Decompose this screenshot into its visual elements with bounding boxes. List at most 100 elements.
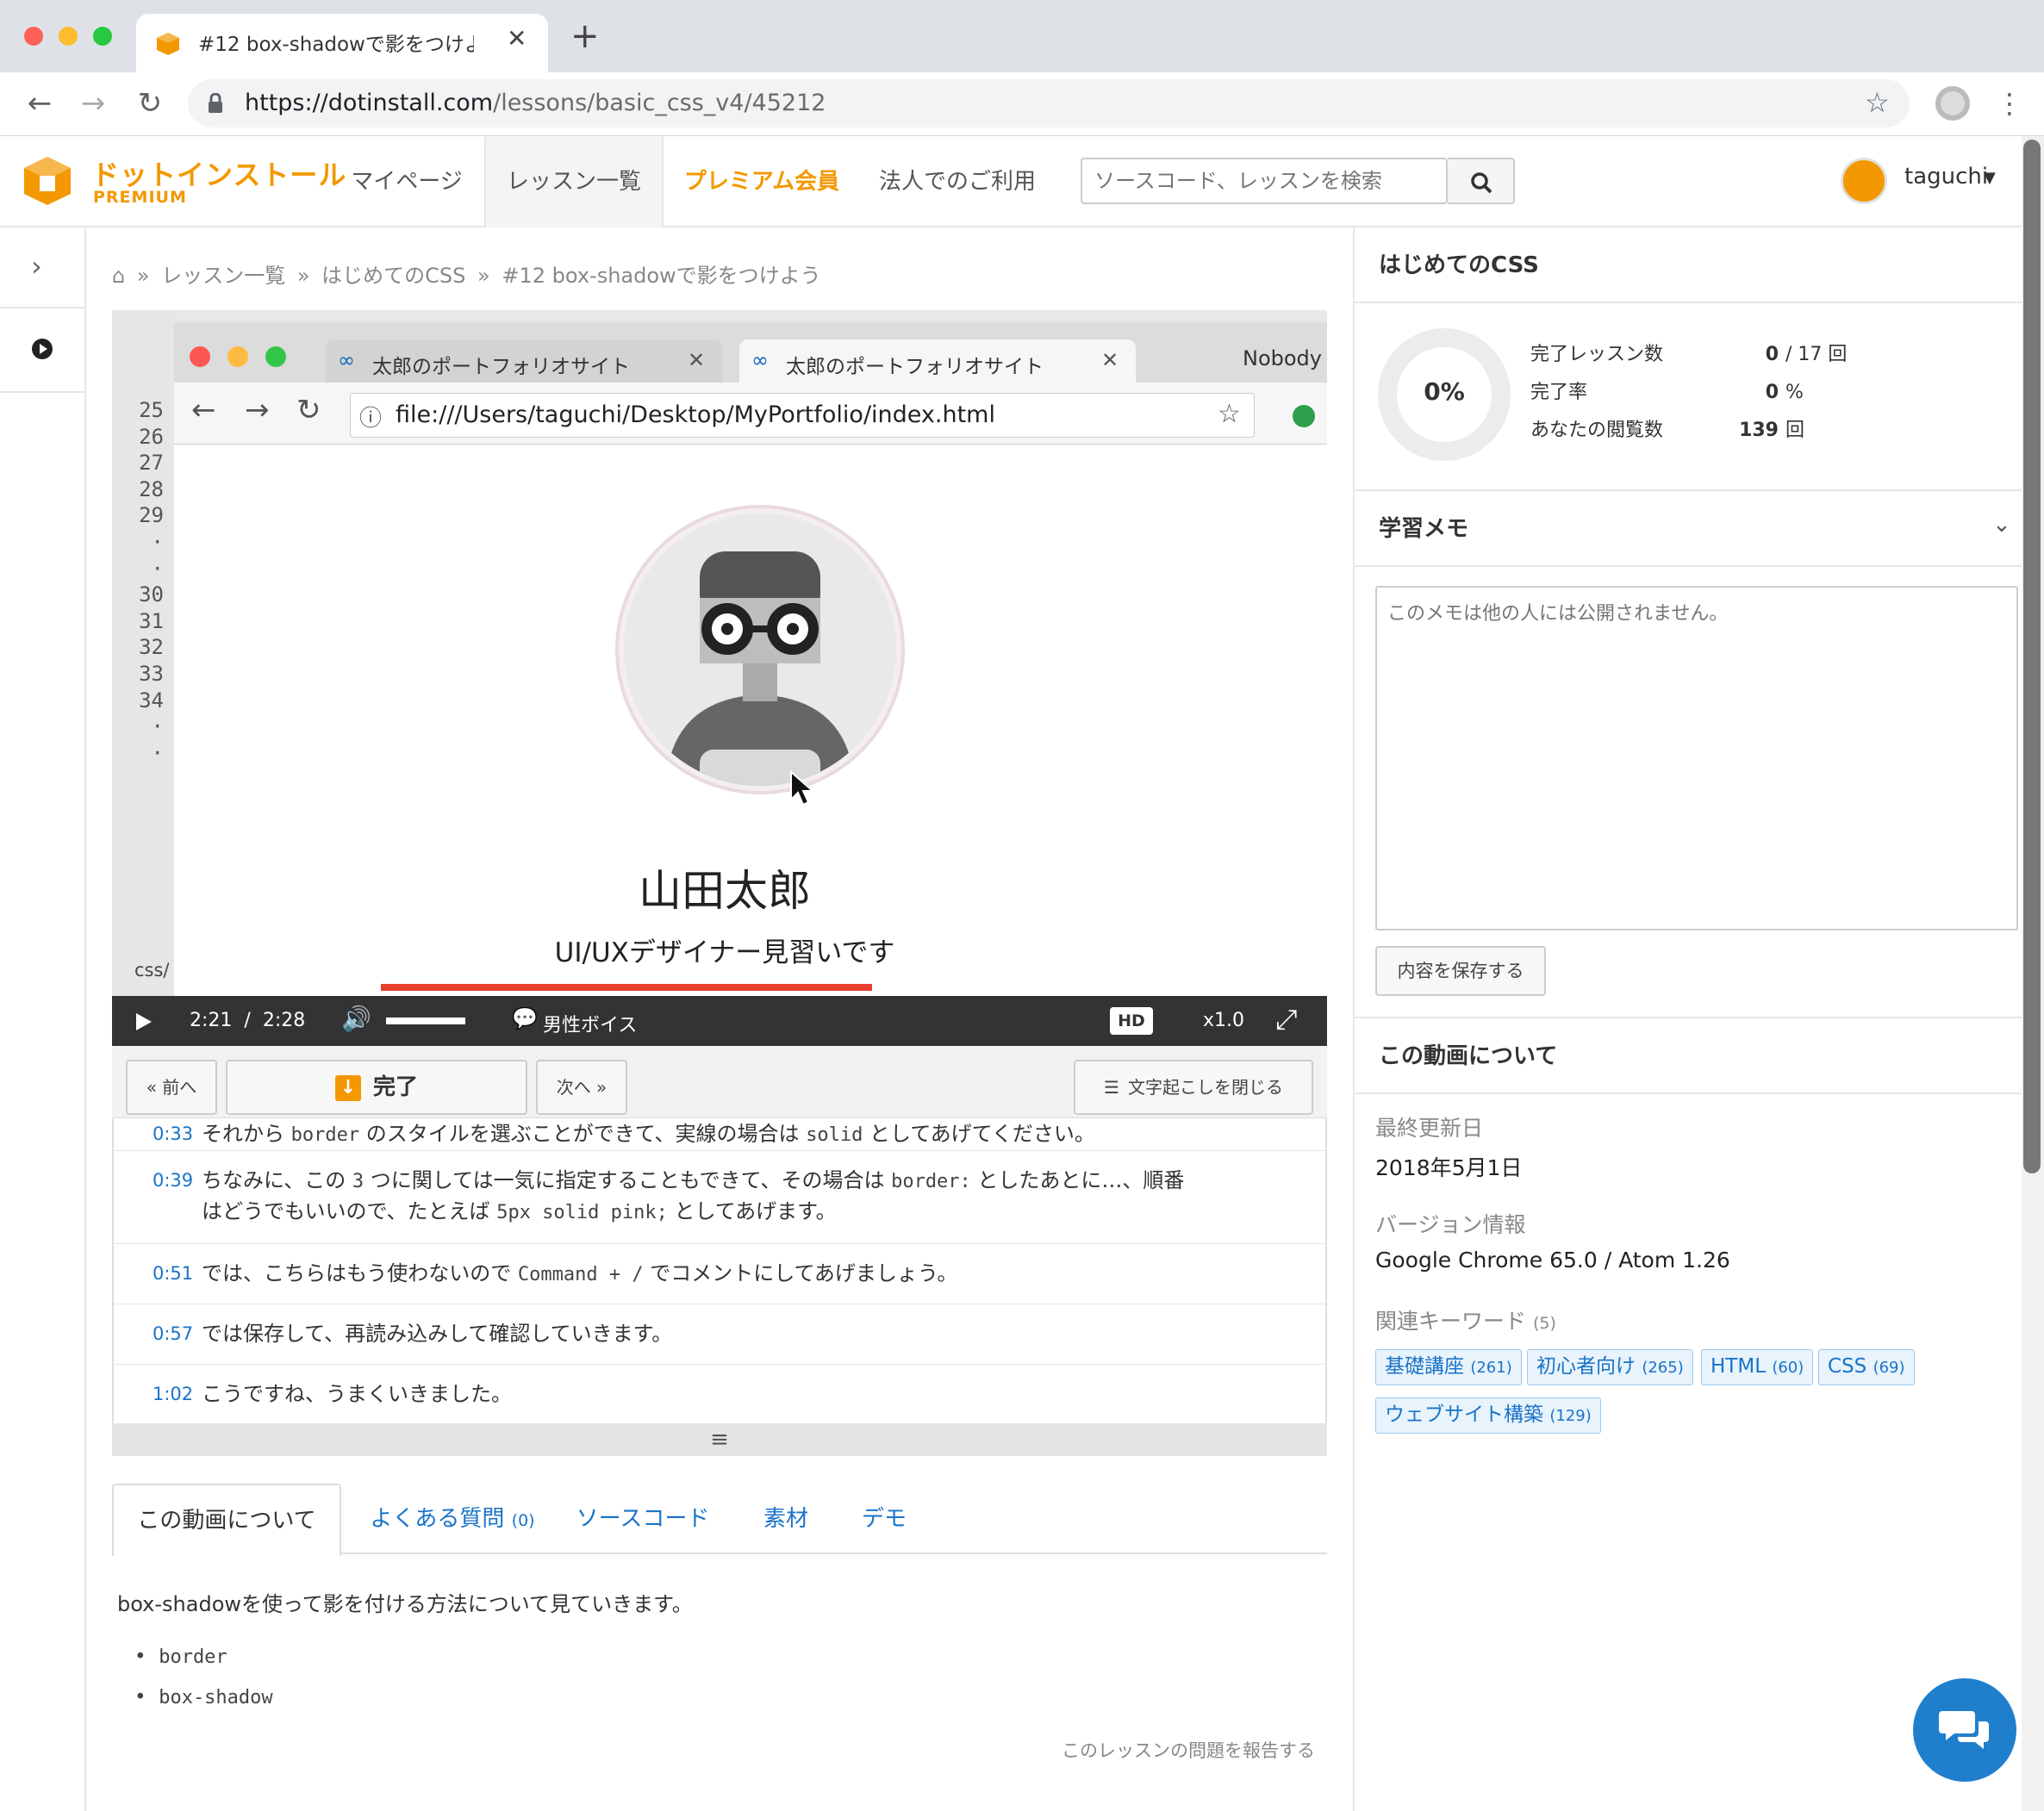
chat-button[interactable] [1913,1678,2016,1782]
course-title[interactable]: はじめてのCSS [1355,227,2022,303]
portfolio-underline [381,984,872,991]
prev-button[interactable]: « 前へ [126,1060,217,1115]
close-tab-icon[interactable]: ✕ [507,24,527,53]
volume-slider[interactable] [386,1018,465,1024]
search-button[interactable] [1448,158,1515,204]
inner-back-icon: ← [191,393,216,427]
maximize-window-icon[interactable] [93,27,112,46]
expand-sidebar-icon[interactable]: › [31,250,42,283]
updated-value: 2018年5月1日 [1375,1155,1523,1180]
updated-label: 最終更新日 [1375,1116,1484,1141]
transcript-row[interactable]: 0:57 では保存して、再読み込みして確認していきます。 [114,1304,1325,1365]
speed-control[interactable]: x1.0 [1203,1010,1244,1031]
keywords-label: 関連キーワード (5) [1375,1309,1556,1334]
nav-mypage[interactable]: マイページ [343,136,470,227]
user-menu-caret-icon[interactable]: ▼ [1984,169,1996,187]
stats-list: 完了レッスン数 0/ 17 回 完了率 0% あなたの閲覧数 139 回 [1530,336,1847,450]
fullscreen-icon[interactable]: ⤢ [1275,1003,1298,1036]
new-tab-icon[interactable]: + [570,19,600,53]
forward-icon[interactable]: → [69,79,117,128]
chevron-down-icon[interactable]: ⌄ [1992,512,2011,538]
video-player[interactable]: 25 26 27 28 29 · · 30 31 32 33 34 · · css/ ∞ 太郎のポートフォ… [112,310,1327,996]
nav-premium[interactable]: プレミアム会員 [677,136,846,227]
scrollbar-thumb[interactable] [2023,140,2041,1173]
list-item: • box-shadow [134,1686,273,1708]
site-favicon-icon [157,33,179,55]
site-logo[interactable]: ドットインストール PREMIUM [22,153,346,210]
version-value: Google Chrome 65.0 / Atom 1.26 [1375,1248,1730,1273]
breadcrumb-lessons[interactable]: レッスン一覧 [161,264,285,288]
transcript-row[interactable]: 0:51 では、こちらはもう使わないので Command + / でコメントにし… [114,1244,1325,1304]
hd-toggle[interactable]: HD [1110,1007,1153,1035]
keyword-tag[interactable]: HTML (60) [1701,1349,1814,1385]
inner-update-icon [1293,405,1315,427]
close-transcript-button[interactable]: ☰ 文字起こしを閉じる [1074,1060,1313,1115]
about-video-title: この動画について [1355,1018,2022,1094]
tab-material[interactable]: 素材 [741,1484,831,1554]
tab-source[interactable]: ソースコード [564,1484,722,1554]
chat-bubbles-icon [1939,1711,1989,1749]
memo-save-button[interactable]: 内容を保存する [1375,946,1546,996]
line-number: 27 [139,451,164,476]
line-number: 26 [139,424,164,449]
browser-menu-icon[interactable]: ⋮ [1996,86,2023,121]
transcript-panel[interactable]: 0:33 それから border のスタイルを選ぶことができて、実線の場合は s… [112,1118,1327,1423]
line-number: 34 [139,688,164,713]
breadcrumb-course[interactable]: はじめてのCSS [321,264,465,288]
line-number: 25 [139,398,164,422]
transcript-row[interactable]: 0:33 それから border のスタイルを選ぶことができて、実線の場合は s… [114,1118,1325,1151]
minimize-window-icon[interactable] [59,27,78,46]
memo-textarea[interactable] [1375,586,2018,930]
completion-percent: 0% [1424,377,1465,406]
keyword-tag[interactable]: 基礎講座 (261) [1375,1349,1522,1385]
sidebar-divider [0,391,84,393]
nav-business[interactable]: 法人でのご利用 [865,136,1050,227]
close-window-icon[interactable] [24,27,43,46]
inner-tab-1: ∞ 太郎のポートフォリオサイト ✕ [326,339,722,383]
left-sidebar [0,227,86,1811]
home-icon[interactable]: ⌂ [112,264,125,288]
stat-row: あなたの閲覧数 139 回 [1530,420,1805,441]
tab-faq[interactable]: よくある質問 (0) [355,1484,550,1554]
transcript-row[interactable]: 1:02 こうですね、うまくいきました。 [114,1365,1325,1423]
browser-tab[interactable]: #12 box-shadowで影をつけよう ✕ [136,14,548,72]
play-circle-icon[interactable] [31,338,53,360]
voice-label[interactable]: 男性ボイス [543,1010,637,1037]
volume-icon[interactable]: 🔊 [341,1005,371,1033]
url-text: https://dotinstall.com/lessons/basic_css… [245,90,826,116]
tab-about[interactable]: この動画について [112,1484,341,1556]
back-icon[interactable]: ← [16,79,64,128]
reload-icon[interactable]: ↻ [126,79,174,128]
line-number: · [151,714,164,739]
nav-lessons[interactable]: レッスン一覧 [484,136,664,227]
line-number: 30 [139,582,164,607]
memo-title[interactable]: 学習メモ [1355,491,2022,567]
line-number: · [151,740,164,765]
address-bar[interactable]: https://dotinstall.com/lessons/basic_css… [188,79,1910,128]
video-time: 2:21 / 2:28 [190,1010,306,1031]
inner-tab-2: ∞ 太郎のポートフォリオサイト ✕ [739,339,1136,383]
play-icon[interactable] [134,1011,153,1032]
next-button[interactable]: 次へ » [536,1060,627,1115]
inner-address-bar: ⓘ file:///Users/taguchi/Desktop/MyPortfo… [350,393,1255,438]
keyword-tag[interactable]: 初心者向け (265) [1527,1349,1693,1385]
line-number: 29 [139,503,164,528]
breadcrumb-current: #12 box-shadowで影をつけよう [502,264,821,288]
description-list: • border • box-shadow [134,1637,273,1718]
profile-icon[interactable] [1935,86,1970,121]
report-link[interactable]: このレッスンの問題を報告する [1062,1737,1315,1763]
search-input[interactable] [1081,158,1448,204]
user-avatar[interactable] [1841,158,1887,204]
dotinstall-logo-icon [24,157,71,205]
tab-demo[interactable]: デモ [844,1484,924,1554]
transcript-resize-handle[interactable]: ≡ [112,1423,1327,1456]
complete-button[interactable]: ↓ 完了 [226,1060,527,1115]
speech-bubble-icon: 💬 [512,1006,538,1030]
keyword-tag[interactable]: CSS (69) [1818,1349,1915,1385]
username[interactable]: taguchi [1904,164,1988,190]
breadcrumb: ⌂ » レッスン一覧 » はじめてのCSS » #12 box-shadowで影… [112,264,821,288]
inner-forward-icon: → [245,393,270,427]
transcript-row[interactable]: 0:39 ちなみに、この 3 つに関しては一気に指定することもできて、その場合は… [114,1151,1325,1244]
keyword-tag[interactable]: ウェブサイト構築 (129) [1375,1397,1601,1434]
bookmark-star-icon[interactable]: ☆ [1865,86,1890,119]
